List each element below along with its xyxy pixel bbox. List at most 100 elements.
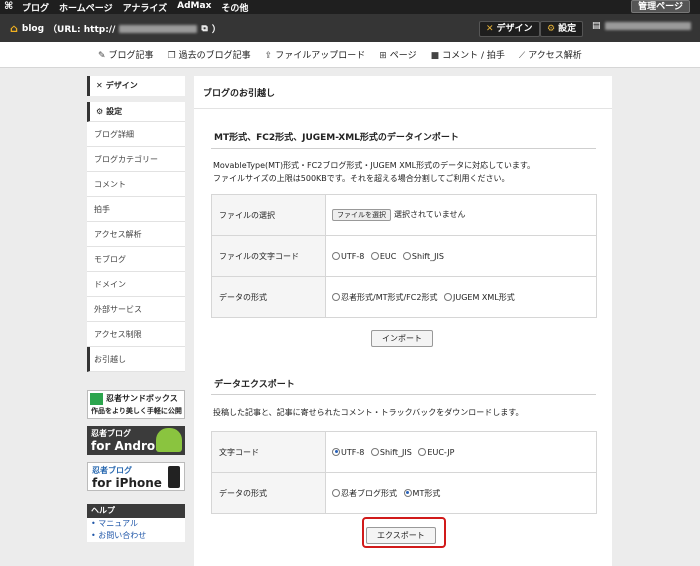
radio-label: 忍者形式/MT形式/FC2形式	[341, 292, 438, 302]
radio-selected-icon	[403, 488, 412, 497]
radio-label: Shift_JIS	[379, 447, 412, 457]
sidebar-item-access-analysis[interactable]: アクセス解析	[87, 222, 185, 247]
radio-icon	[444, 292, 453, 301]
import-desc-line2: ファイルサイズの上限は500KBです。それを超える場合分割してご利用ください。	[213, 174, 510, 183]
export-charset-utf8-radio[interactable]: UTF-8	[332, 447, 364, 457]
sandbox-banner[interactable]: 忍者サンドボックス 作品をより美しく手軽に公開	[87, 390, 185, 419]
topnav-link-blog[interactable]: ブログ	[22, 1, 49, 14]
import-format-ninja-radio[interactable]: 忍者形式/MT形式/FC2形式	[332, 292, 438, 302]
external-link-icon[interactable]: ⧉	[201, 24, 207, 34]
design-button[interactable]: ✕ デザイン	[479, 21, 540, 37]
ninja-logo-icon[interactable]: ⌘	[4, 1, 13, 12]
export-charset-sjis-radio[interactable]: Shift_JIS	[370, 447, 412, 457]
help-box: ヘルプ • マニュアル • お問い合わせ	[87, 504, 185, 542]
help-link-manual[interactable]: • マニュアル	[87, 518, 185, 530]
radio-icon	[332, 251, 340, 260]
radio-icon	[402, 251, 411, 260]
tab-label: ページ	[389, 51, 417, 61]
tab-past-posts[interactable]: ❐ 過去のブログ記事	[168, 48, 251, 61]
import-format-label: データの形式	[211, 276, 326, 318]
iphone-banner[interactable]: 忍者ブログ for iPhone	[87, 462, 185, 491]
sidebar-item-moblog[interactable]: モブログ	[87, 247, 185, 272]
export-section-title: データエクスポート	[214, 380, 295, 390]
table-row: 文字コード UTF-8 Shift_JIS EUC-JP	[211, 431, 597, 473]
design-icon: ✕	[486, 24, 494, 34]
sidebar-item-applause[interactable]: 拍手	[87, 197, 185, 222]
topnav-link-analyze[interactable]: アナライズ	[123, 1, 168, 14]
gear-icon: ⚙	[547, 24, 556, 34]
sidebar-design[interactable]: ✕ デザイン	[87, 76, 185, 96]
import-charset-sjis-radio[interactable]: Shift_JIS	[402, 251, 444, 261]
export-button-highlight	[362, 517, 446, 548]
android-banner[interactable]: 忍者ブログ for Android	[87, 426, 185, 455]
export-format-label: データの形式	[211, 472, 326, 514]
export-format-options: 忍者ブログ形式 MT形式	[325, 472, 597, 514]
top-nav: ⌘ ブログ ホームページ アナライズ AdMax その他 管理ページ	[0, 0, 700, 14]
export-format-ninja-radio[interactable]: 忍者ブログ形式	[332, 488, 397, 498]
tab-label: アクセス解析	[528, 51, 582, 61]
import-format-jugem-radio[interactable]: JUGEM XML形式	[444, 292, 515, 302]
sidebar-item-blog-detail[interactable]: ブログ詳細	[87, 122, 185, 147]
iphone-banner-title: 忍者ブログ	[92, 466, 132, 475]
topnav-link-homepage[interactable]: ホームページ	[59, 1, 113, 14]
blog-label[interactable]: blog	[22, 24, 44, 34]
radio-icon	[332, 292, 340, 301]
table-row: データの形式 忍者形式/MT形式/FC2形式 JUGEM XML形式	[211, 276, 597, 318]
import-divider	[211, 148, 596, 149]
import-charset-utf8-radio[interactable]: UTF-8	[332, 251, 364, 261]
help-link-label: マニュアル	[98, 519, 139, 528]
table-row: ファイルの文字コード UTF-8 EUC Shift_JIS	[211, 235, 597, 277]
tab-access-analysis[interactable]: ⟋ アクセス解析	[519, 48, 582, 61]
topnav-link-other[interactable]: その他	[221, 1, 248, 14]
export-charset-eucjp-radio[interactable]: EUC-JP	[418, 447, 454, 457]
tab-file-upload[interactable]: ⇪ ファイルアップロード	[265, 48, 366, 61]
tab-comment[interactable]: ■ コメント / 拍手	[431, 48, 505, 61]
settings-button[interactable]: ⚙ 設定	[540, 21, 584, 37]
title-divider	[194, 108, 612, 109]
radio-label: MT形式	[412, 488, 441, 498]
user-menu[interactable]: ▤	[592, 21, 691, 31]
file-status: 選択されていません	[394, 210, 466, 219]
home-icon: ⌂	[10, 22, 18, 35]
sidebar-item-comment[interactable]: コメント	[87, 172, 185, 197]
admin-page-button[interactable]: 管理ページ	[631, 0, 690, 13]
tab-blog-post[interactable]: ✎ ブログ記事	[98, 48, 154, 61]
radio-label: JUGEM XML形式	[453, 292, 515, 302]
sidebar-item-blog-category[interactable]: ブログカテゴリー	[87, 147, 185, 172]
file-select-cell: ファイルを選択 選択されていません	[325, 194, 597, 236]
tab-label: ブログ記事	[108, 51, 154, 61]
sidebar-settings-list: ⚙ 設定 ブログ詳細 ブログカテゴリー コメント 拍手 アクセス解析 モブログ ド…	[87, 102, 185, 372]
sidebar-item-access-restriction[interactable]: アクセス制限	[87, 322, 185, 347]
tab-label: 過去のブログ記事	[178, 51, 251, 61]
tab-page[interactable]: ⊞ ページ	[379, 48, 416, 61]
sidebar-item-domain[interactable]: ドメイン	[87, 272, 185, 297]
import-button[interactable]: インポート	[371, 330, 433, 347]
import-form-table: ファイルの選択 ファイルを選択 選択されていません ファイルの文字コード UTF-…	[211, 194, 597, 318]
export-desc: 投稿した記事と、記事に寄せられたコメント・トラックバックをダウンロードします。	[213, 408, 524, 417]
radio-icon	[370, 447, 379, 456]
file-choose-button[interactable]: ファイルを選択	[332, 209, 391, 221]
tab-label: ファイルアップロード	[275, 51, 366, 61]
help-link-contact[interactable]: • お問い合わせ	[87, 530, 185, 542]
settings-button-label: 設定	[558, 24, 577, 34]
import-section-title: MT形式、FC2形式、JUGEM-XML形式のデータインポート	[214, 133, 459, 143]
user-card-icon: ▤	[592, 21, 601, 31]
sidebar-item-moving[interactable]: お引越し	[87, 347, 185, 372]
sandbox-subtitle: 作品をより美しく手軽に公開	[91, 407, 182, 415]
export-format-mt-radio[interactable]: MT形式	[403, 488, 441, 498]
sidebar-item-external-service[interactable]: 外部サービス	[87, 297, 185, 322]
gear-icon: ⚙	[96, 107, 104, 116]
radio-icon	[332, 488, 340, 497]
design-icon: ✕	[96, 81, 103, 90]
page-title: ブログのお引越し	[203, 89, 276, 99]
sidebar-settings[interactable]: ⚙ 設定	[87, 102, 185, 122]
sitemap-icon: ⊞	[379, 51, 387, 61]
android-robot-icon	[156, 428, 182, 452]
android-banner-title: 忍者ブログ	[91, 429, 131, 438]
radio-label: Shift_JIS	[411, 251, 444, 261]
topnav-link-admax[interactable]: AdMax	[177, 1, 211, 14]
import-charset-options: UTF-8 EUC Shift_JIS	[325, 235, 597, 277]
import-charset-euc-radio[interactable]: EUC	[370, 251, 396, 261]
comment-icon: ■	[430, 51, 440, 61]
main-panel: ブログのお引越し MT形式、FC2形式、JUGEM-XML形式のデータインポート…	[194, 76, 612, 566]
